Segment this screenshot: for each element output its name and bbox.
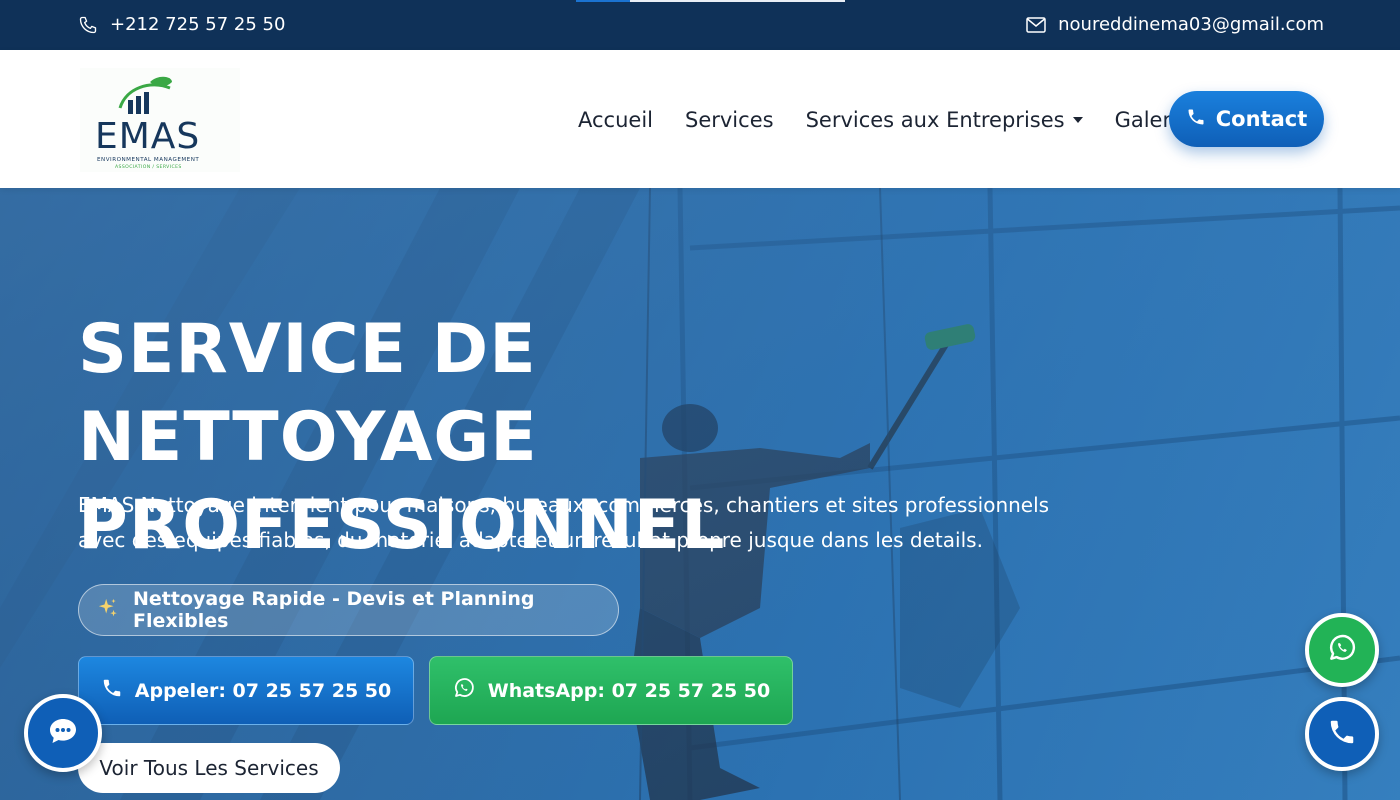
topbar-email-link[interactable]: noureddinema03@gmail.com: [1026, 14, 1324, 35]
contact-button-label: Contact: [1215, 107, 1308, 131]
phone-icon: [1327, 717, 1357, 751]
hero-badge-text: Nettoyage Rapide - Devis et Planning Fle…: [133, 588, 535, 632]
top-contact-bar: +212 725 57 25 50 noureddinema03@gmail.c…: [0, 0, 1400, 50]
site-header: EMAS ENVIRONMENTAL MANAGEMENT ASSOCIATIO…: [0, 50, 1400, 188]
topbar-email-text: noureddinema03@gmail.com: [1058, 14, 1324, 35]
hero-title-line-1: SERVICE DE NETTOYAGE: [78, 310, 538, 477]
floating-chat-button[interactable]: [24, 694, 102, 772]
topbar-phone-link[interactable]: +212 725 57 25 50: [78, 14, 285, 35]
whatsapp-icon: [1326, 632, 1358, 668]
floating-whatsapp-button[interactable]: [1305, 613, 1379, 687]
whatsapp-icon: [452, 676, 476, 705]
progress-line-track: [630, 0, 845, 2]
contact-button[interactable]: Contact: [1169, 91, 1324, 147]
logo-brand-text: EMAS: [95, 116, 200, 157]
caret-down-icon: [1072, 117, 1083, 123]
nav-item-services-entreprises[interactable]: Services aux Entreprises: [806, 108, 1083, 132]
nav-item-services[interactable]: Services: [685, 108, 774, 132]
hero-description: EMAS Nettoyage intervient pour maisons, …: [78, 493, 1050, 552]
call-button[interactable]: Appeler: 07 25 57 25 50: [78, 656, 414, 725]
envelope-icon: [1026, 16, 1046, 33]
whatsapp-button-label: WhatsApp: 07 25 57 25 50: [487, 679, 771, 702]
nav-item-accueil[interactable]: Accueil: [578, 108, 653, 132]
phone-icon: [78, 15, 98, 35]
logo-subtagline: ASSOCIATION / SERVICES: [115, 164, 182, 170]
emas-logo[interactable]: EMAS ENVIRONMENTAL MANAGEMENT ASSOCIATIO…: [80, 68, 240, 172]
sparkles-icon: [97, 597, 119, 624]
progress-line: [576, 0, 630, 2]
hero-badge: Nettoyage Rapide - Devis et Planning Fle…: [78, 584, 619, 636]
view-all-services-label: Voir Tous Les Services: [99, 756, 319, 780]
view-all-services-button[interactable]: Voir Tous Les Services: [78, 743, 340, 793]
phone-icon: [101, 677, 123, 704]
whatsapp-button[interactable]: WhatsApp: 07 25 57 25 50: [429, 656, 793, 725]
logo-tagline: ENVIRONMENTAL MANAGEMENT: [97, 157, 199, 163]
call-button-label: Appeler: 07 25 57 25 50: [134, 679, 392, 702]
chat-bubble-icon: [48, 717, 78, 749]
topbar-phone-text: +212 725 57 25 50: [110, 14, 286, 35]
hero-section: SERVICE DE NETTOYAGE PROFESSIONNEL EMAS …: [0, 188, 1400, 800]
floating-phone-button[interactable]: [1305, 697, 1379, 771]
phone-icon: [1186, 107, 1206, 132]
main-nav: Accueil Services Services aux Entreprise…: [578, 108, 1222, 132]
nav-item-label: Services aux Entreprises: [805, 108, 1065, 132]
